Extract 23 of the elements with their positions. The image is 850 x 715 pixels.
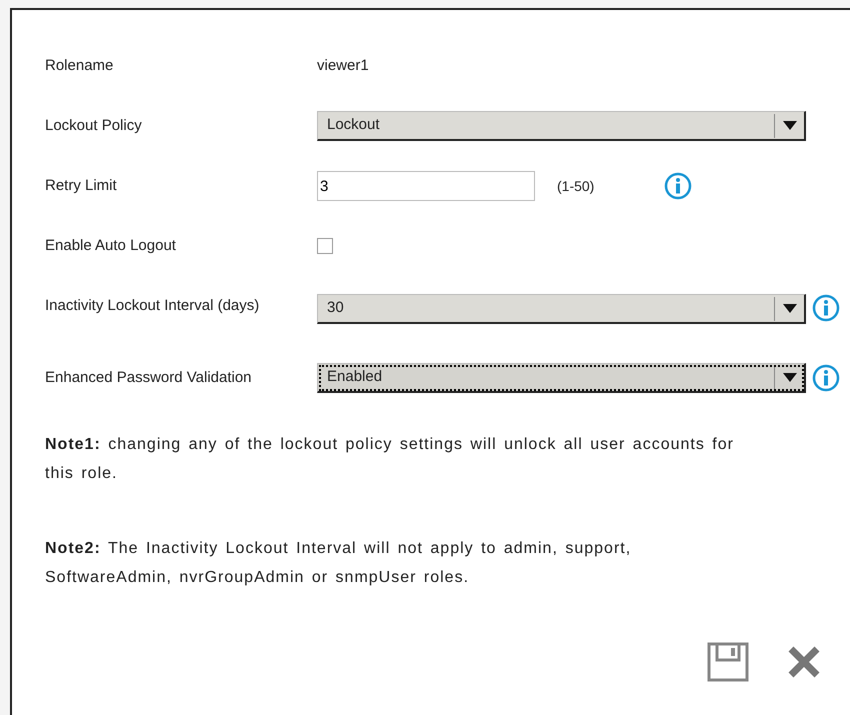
range-hint: (1-50): [557, 176, 594, 196]
field-label: Enhanced Password Validation: [45, 368, 253, 388]
note-text: Note2: The Inactivity Lockout Interval will not apply to admin, support, SoftwareAdmin, nvrGroupAdmin or snmpUser roles.: [45, 539, 632, 588]
field-value: viewer1: [317, 56, 369, 76]
checkbox[interactable]: [317, 238, 333, 254]
field-label: Retry Limit: [45, 176, 118, 196]
input-field[interactable]: 3: [317, 171, 535, 201]
info-icon[interactable]: [664, 172, 692, 200]
caret-icon: [782, 121, 796, 130]
caret-icon: [782, 373, 796, 382]
field-label: Rolename: [45, 56, 114, 76]
dropdown[interactable]: 30: [317, 294, 806, 324]
field-label: Inactivity Lockout Interval (days): [45, 296, 260, 316]
field-label: Enable Auto Logout: [45, 236, 177, 256]
caret-icon: [782, 304, 796, 313]
info-icon[interactable]: [812, 294, 840, 322]
note-text: Note1: changing any of the lockout policy settings will unlock all user accounts for this role.: [45, 435, 735, 484]
field-label: Lockout Policy: [45, 116, 143, 136]
close-icon[interactable]: [787, 645, 821, 679]
info-icon[interactable]: [812, 364, 840, 392]
dropdown[interactable]: Lockout: [317, 111, 806, 141]
dropdown[interactable]: Enabled: [317, 363, 806, 393]
save-icon[interactable]: [707, 642, 749, 682]
